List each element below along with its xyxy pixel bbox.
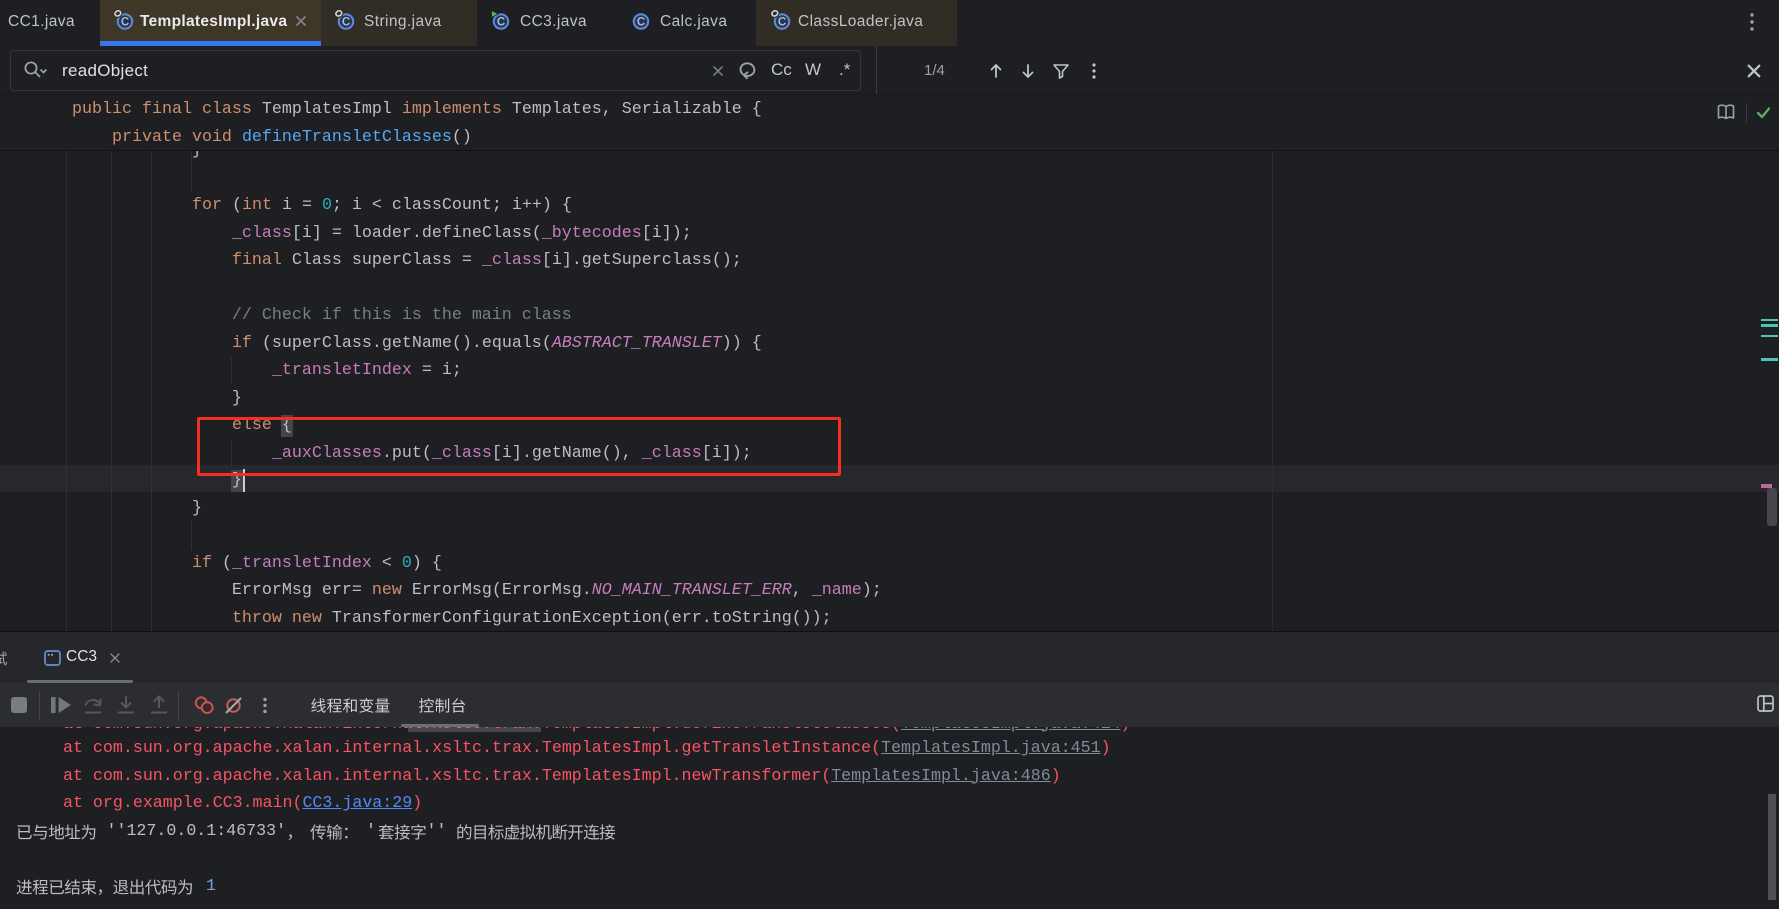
svg-text:C: C xyxy=(342,17,350,29)
svg-text:C: C xyxy=(121,17,129,29)
svg-text:C: C xyxy=(778,17,786,29)
svg-text:C: C xyxy=(637,17,645,29)
svg-text:C: C xyxy=(497,17,505,29)
